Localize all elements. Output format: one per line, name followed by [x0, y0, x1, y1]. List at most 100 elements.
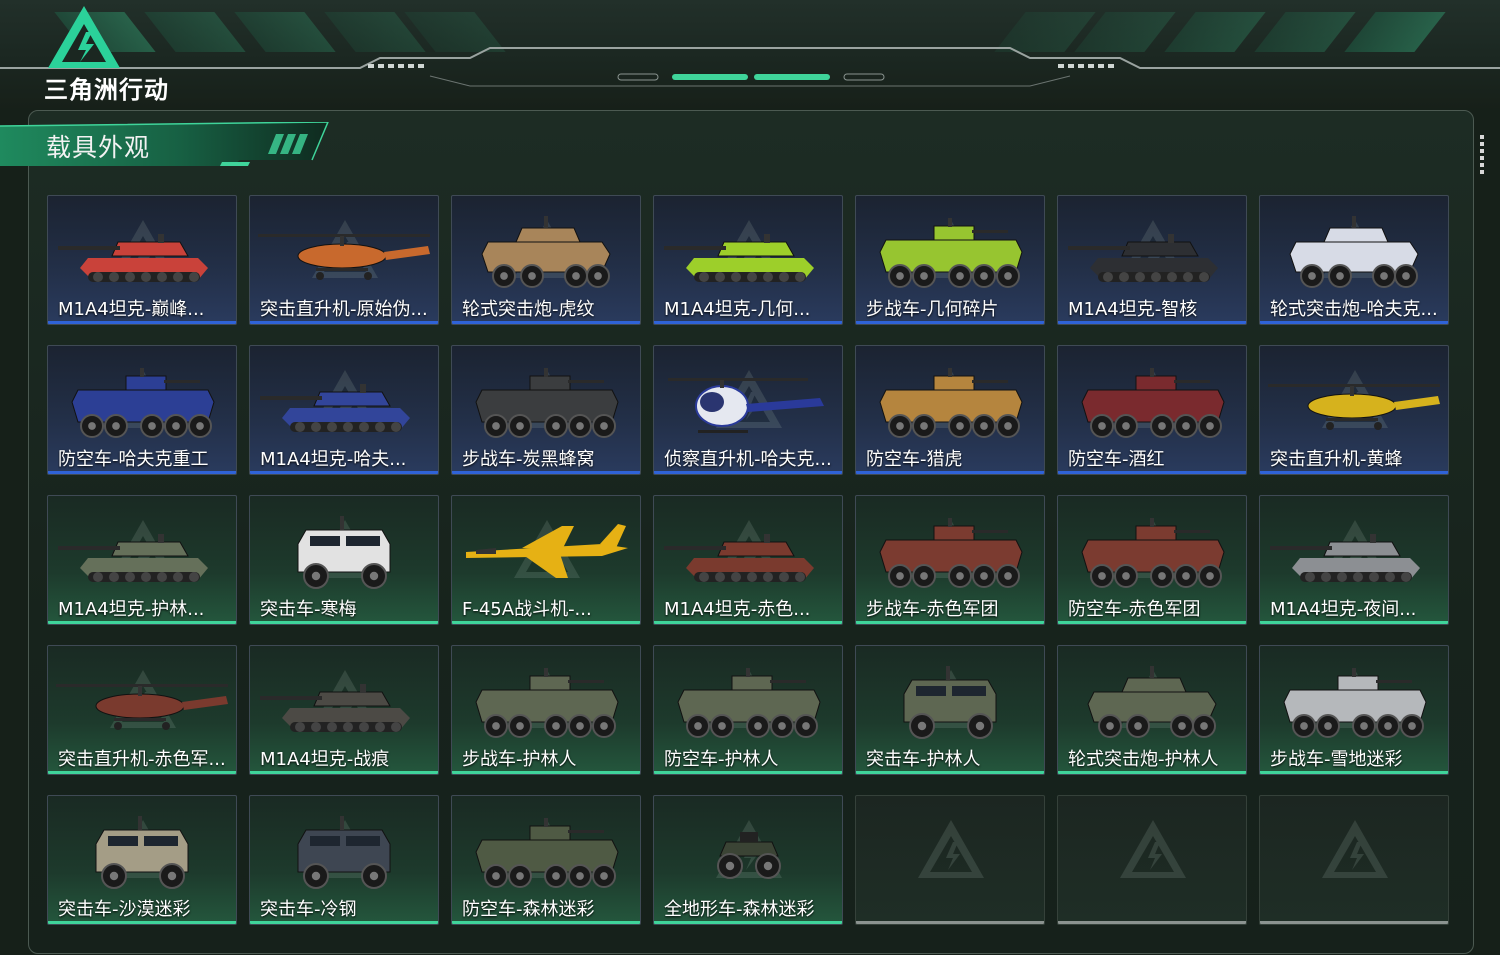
vehicle-skin-card[interactable]: 突击直升机-原始伪...	[249, 195, 439, 325]
vehicle-render	[56, 684, 228, 730]
vehicle-skin-card[interactable]: 步战车-赤色军团	[855, 495, 1045, 625]
vehicle-skin-card[interactable]: M1A4坦克-战痕	[249, 645, 439, 775]
vehicle-skin-card[interactable]: 全地形车-森林迷彩	[653, 795, 843, 925]
vehicle-skin-card[interactable]: 步战车-炭黑蜂窝	[451, 345, 641, 475]
header-frame-lines	[0, 47, 1500, 87]
vehicle-render	[58, 534, 208, 582]
vehicle-render	[297, 816, 391, 889]
vehicle-skin-name: M1A4坦克-巅峰...	[58, 299, 205, 320]
vehicle-skin-name: F-45A战斗机-...	[462, 599, 592, 620]
delta-watermark-icon	[1120, 820, 1186, 878]
vehicle-render	[1087, 666, 1217, 738]
vehicle-skin-name: M1A4坦克-哈夫...	[260, 449, 407, 470]
rarity-bar	[452, 471, 640, 474]
vehicle-skin-name: 步战车-护林人	[462, 749, 577, 770]
vehicle-skin-card[interactable]: 突击直升机-黄蜂	[1259, 345, 1449, 475]
rarity-bar	[48, 321, 236, 324]
rarity-bar	[1058, 771, 1246, 774]
vehicle-skin-card[interactable]: 步战车-护林人	[451, 645, 641, 775]
rarity-bar	[1260, 771, 1448, 774]
vehicle-skin-card[interactable]: 防空车-护林人	[653, 645, 843, 775]
vehicle-skin-name: M1A4坦克-护林...	[58, 599, 205, 620]
vehicle-skin-name: 步战车-几何碎片	[866, 299, 999, 320]
vehicle-skin-name: 防空车-护林人	[664, 749, 779, 770]
vehicle-skin-card[interactable]: F-45A战斗机-...	[451, 495, 641, 625]
vehicle-render	[466, 524, 628, 578]
vehicle-skin-card[interactable]: 侦察直升机-哈夫克...	[653, 345, 843, 475]
vehicle-render	[297, 516, 391, 589]
rarity-bar	[1058, 471, 1246, 474]
rarity-bar	[856, 471, 1044, 474]
vehicle-skin-card[interactable]: 轮式突击炮-护林人	[1057, 645, 1247, 775]
vehicle-skin-card[interactable]: 突击车-沙漠迷彩	[47, 795, 237, 925]
vehicle-render	[664, 534, 814, 582]
vehicle-render	[260, 384, 410, 432]
vehicle-render	[1283, 668, 1427, 738]
vehicle-skin-card[interactable]: 轮式突击炮-哈夫克...	[1259, 195, 1449, 325]
vehicle-skin-card[interactable]: 突击车-寒梅	[249, 495, 439, 625]
vehicle-skin-name: 轮式突击炮-护林人	[1068, 749, 1219, 770]
vehicle-render	[668, 378, 824, 433]
top-header: 三角洲行动	[0, 0, 1500, 108]
vehicle-skin-card[interactable]: 防空车-酒红	[1057, 345, 1247, 475]
vehicle-skin-card[interactable]: 防空车-猎虎	[855, 345, 1045, 475]
vehicle-skin-name: 突击车-寒梅	[260, 599, 357, 620]
vehicle-skin-card[interactable]: 防空车-哈夫克重工	[47, 345, 237, 475]
vehicle-skin-name: 防空车-猎虎	[866, 449, 963, 470]
rarity-bar	[48, 771, 236, 774]
vehicle-render	[58, 234, 208, 282]
rarity-bar	[1260, 471, 1448, 474]
rarity-bar	[654, 771, 842, 774]
rarity-bar	[250, 321, 438, 324]
vehicle-skin-card[interactable]: 防空车-赤色军团	[1057, 495, 1247, 625]
vehicle-render	[717, 832, 781, 879]
vehicle-render	[481, 216, 611, 288]
vehicle-render	[1081, 368, 1225, 438]
vehicle-skin-card[interactable]: M1A4坦克-几何...	[653, 195, 843, 325]
vehicle-skin-name: 侦察直升机-哈夫克...	[664, 449, 832, 470]
rarity-bar	[250, 621, 438, 624]
empty-skin-slot	[1259, 795, 1449, 925]
vehicle-skin-card[interactable]: 步战车-雪地迷彩	[1259, 645, 1449, 775]
vehicle-skin-card[interactable]: M1A4坦克-巅峰...	[47, 195, 237, 325]
delta-watermark-icon	[1322, 820, 1388, 878]
rarity-bar	[48, 921, 236, 924]
vehicle-skin-name: M1A4坦克-夜间...	[1270, 599, 1417, 620]
vehicle-render	[677, 668, 821, 738]
vehicle-render	[71, 368, 215, 438]
rarity-bar	[856, 921, 1044, 924]
vehicle-skin-name: 轮式突击炮-哈夫克...	[1270, 299, 1438, 320]
rarity-bar	[48, 621, 236, 624]
vehicle-skin-card[interactable]: M1A4坦克-夜间...	[1259, 495, 1449, 625]
rarity-bar	[250, 921, 438, 924]
vehicle-skin-card[interactable]: 轮式突击炮-虎纹	[451, 195, 641, 325]
empty-skin-slot	[1057, 795, 1247, 925]
vehicle-render	[1268, 384, 1440, 430]
rarity-bar	[452, 921, 640, 924]
vehicle-skin-name: 突击车-沙漠迷彩	[58, 899, 191, 920]
vehicle-skin-name: 突击直升机-原始伪...	[260, 299, 428, 320]
vehicle-skin-card[interactable]: 防空车-森林迷彩	[451, 795, 641, 925]
vehicle-skin-name: 步战车-炭黑蜂窝	[462, 449, 595, 470]
vehicle-skin-card[interactable]: M1A4坦克-护林...	[47, 495, 237, 625]
vehicle-skin-card[interactable]: 步战车-几何碎片	[855, 195, 1045, 325]
vehicle-skin-card[interactable]: 突击车-护林人	[855, 645, 1045, 775]
vehicle-skin-card[interactable]: 突击直升机-赤色军...	[47, 645, 237, 775]
rarity-bar	[1058, 621, 1246, 624]
vehicle-render	[1081, 518, 1225, 588]
vehicle-render	[258, 234, 430, 280]
panel-scroll-indicator[interactable]	[1480, 135, 1485, 181]
vehicle-skin-name: M1A4坦克-战痕	[260, 749, 390, 770]
rarity-bar	[856, 621, 1044, 624]
vehicle-render	[475, 668, 619, 738]
vehicle-render	[879, 518, 1023, 588]
vehicle-skin-card[interactable]: M1A4坦克-智核	[1057, 195, 1247, 325]
vehicle-skin-card[interactable]: M1A4坦克-赤色...	[653, 495, 843, 625]
rarity-bar	[654, 921, 842, 924]
vehicle-skin-name: 全地形车-森林迷彩	[664, 899, 815, 920]
vehicle-skin-name: 步战车-赤色军团	[866, 599, 999, 620]
vehicle-skin-card[interactable]: M1A4坦克-哈夫...	[249, 345, 439, 475]
rarity-bar	[654, 321, 842, 324]
vehicle-skin-card[interactable]: 突击车-冷钢	[249, 795, 439, 925]
vehicle-skin-name: 轮式突击炮-虎纹	[462, 299, 595, 320]
